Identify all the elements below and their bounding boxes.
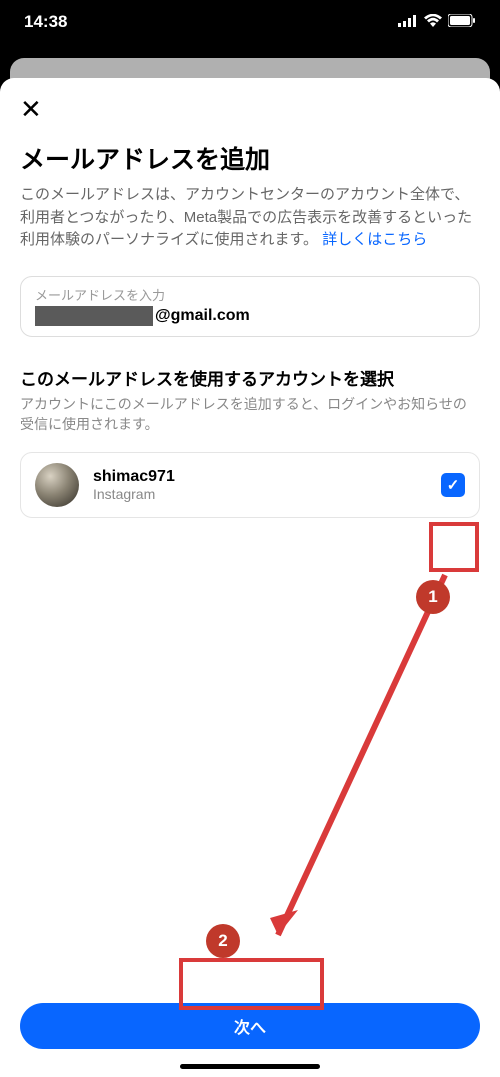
redacted-email-prefix (35, 306, 153, 326)
annotation-step-2: 2 (206, 924, 240, 958)
page-description: このメールアドレスは、アカウントセンターのアカウント全体で、利用者とつながったり… (20, 184, 480, 252)
status-time: 14:38 (24, 12, 67, 32)
annotation-highlight-checkbox (429, 522, 479, 572)
close-button[interactable]: ✕ (20, 96, 42, 122)
close-icon: ✕ (20, 94, 42, 124)
email-input-value: @gmail.com (155, 307, 250, 325)
avatar (35, 463, 79, 507)
learn-more-link[interactable]: 詳しくはこちら (322, 231, 427, 248)
check-icon: ✓ (447, 476, 460, 494)
modal-sheet: ✕ メールアドレスを追加 このメールアドレスは、アカウントセンターのアカウント全… (0, 78, 500, 1077)
account-checkbox[interactable]: ✓ (441, 473, 465, 497)
select-account-description: アカウントにこのメールアドレスを追加すると、ログインやお知らせの受信に使用されま… (20, 394, 480, 435)
email-input[interactable]: メールアドレスを入力 @gmail.com (20, 276, 480, 337)
signal-icon (398, 12, 418, 32)
account-platform: Instagram (93, 486, 427, 502)
account-row[interactable]: shimac971 Instagram ✓ (20, 452, 480, 518)
status-bar: 14:38 (0, 0, 500, 44)
home-indicator[interactable] (180, 1064, 320, 1069)
wifi-icon (424, 12, 442, 32)
page-title: メールアドレスを追加 (20, 140, 480, 176)
battery-icon (448, 12, 476, 32)
account-username: shimac971 (93, 468, 427, 486)
annotation-step-1: 1 (416, 580, 450, 614)
select-account-title: このメールアドレスを使用するアカウントを選択 (20, 365, 480, 390)
annotation-highlight-next-button (179, 958, 324, 1010)
status-indicators (398, 12, 476, 32)
email-input-label: メールアドレスを入力 (35, 285, 465, 304)
